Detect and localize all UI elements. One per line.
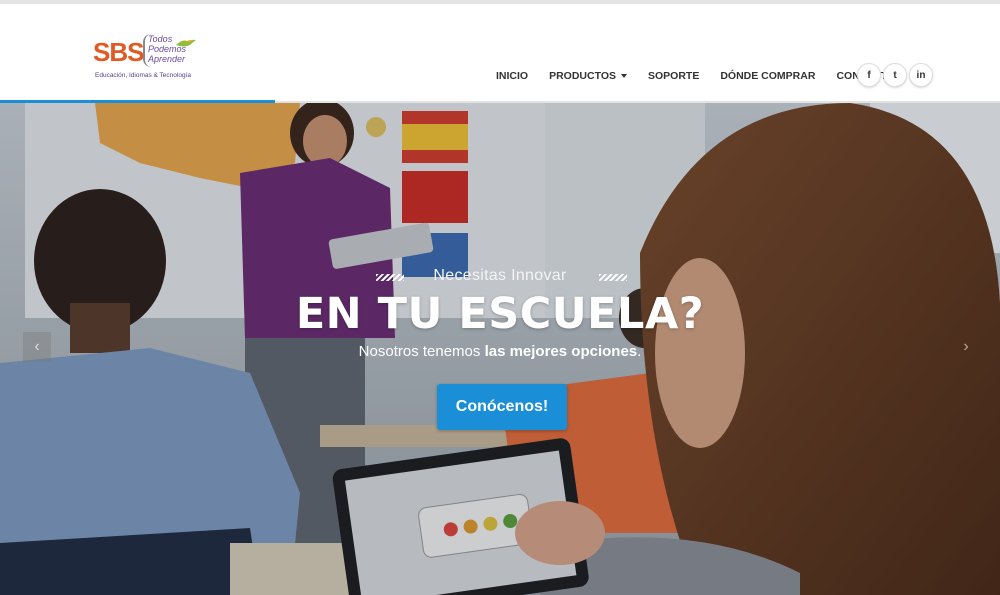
nav-item-label: INICIO xyxy=(496,70,529,82)
nav-item-label: PRODUCTOS xyxy=(549,70,616,82)
next-slide-button[interactable]: › xyxy=(952,332,980,362)
hero-slider: Necesitas Innovar EN TU ESCUELA? Nosotro… xyxy=(0,103,1000,595)
linkedin-icon[interactable]: in xyxy=(909,63,933,87)
facebook-icon[interactable]: f xyxy=(857,63,881,87)
twitter-icon[interactable]: t xyxy=(883,63,907,87)
caret-down-icon xyxy=(621,74,627,78)
decor-stripes-left xyxy=(376,274,404,281)
hero-subtitle-lead: Nosotros tenemos xyxy=(358,343,485,360)
site-header: SBS Todos Podemos Aprender Educación, Id… xyxy=(0,4,1000,101)
hero-subtitle: Nosotros tenemos las mejores opciones. xyxy=(0,343,1000,360)
hero-pretitle: Necesitas Innovar xyxy=(0,267,1000,285)
nav-item-inicio[interactable]: INICIO xyxy=(496,70,528,82)
logo[interactable]: SBS Todos Podemos Aprender Educación, Id… xyxy=(93,34,203,84)
decor-stripes-right xyxy=(599,274,627,281)
prev-slide-button[interactable]: ‹ xyxy=(23,332,51,362)
nav-item-label: DÓNDE COMPRAR xyxy=(720,70,816,82)
hero-subtitle-end: . xyxy=(637,343,642,360)
hero-subtitle-bold: las mejores opciones xyxy=(484,343,638,360)
conocenos-button[interactable]: Conócenos! xyxy=(437,384,567,430)
bird-icon xyxy=(176,39,196,47)
hero-pretitle-text: Necesitas Innovar xyxy=(433,267,567,284)
logo-slogan-line: Aprender xyxy=(148,54,186,64)
hero-title: EN TU ESCUELA? xyxy=(295,289,705,339)
nav-item-donde-comprar[interactable]: DÓNDE COMPRAR xyxy=(720,70,815,82)
main-nav: INICIO PRODUCTOS SOPORTE DÓNDE COMPRAR C… xyxy=(496,70,916,82)
social-links: f t in xyxy=(857,63,935,87)
nav-item-productos[interactable]: PRODUCTOS xyxy=(549,70,627,82)
logo-tagline: Educación, Idiomas & Tecnología xyxy=(95,72,191,79)
logo-wordmark: SBS xyxy=(93,37,144,67)
nav-item-soporte[interactable]: SOPORTE xyxy=(648,70,699,82)
nav-item-label: SOPORTE xyxy=(648,70,700,82)
